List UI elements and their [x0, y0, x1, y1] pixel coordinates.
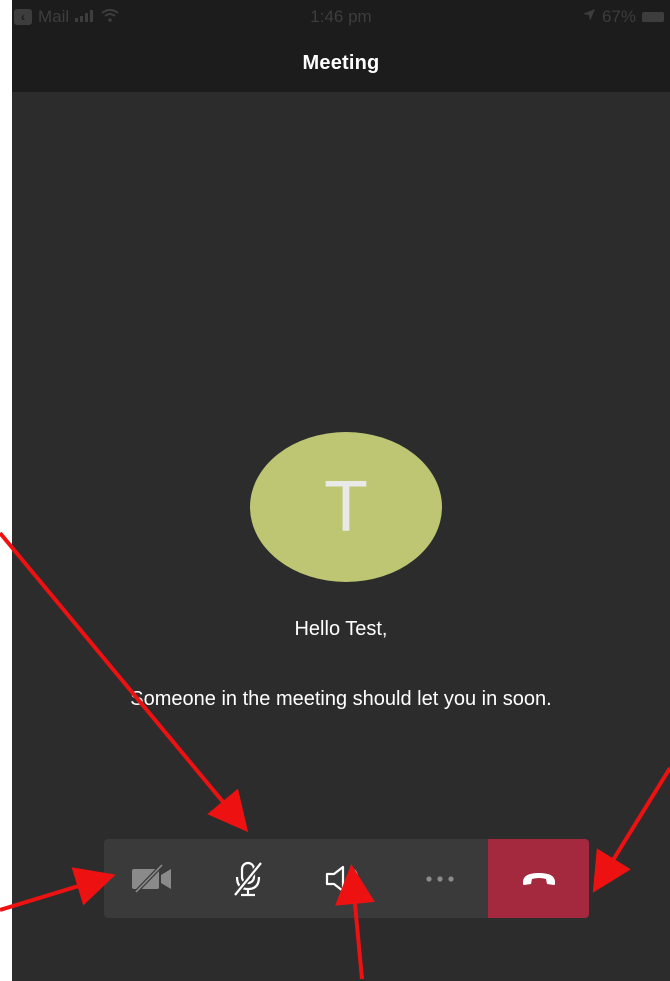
- hang-up-button[interactable]: [488, 839, 589, 918]
- speaker-button[interactable]: [296, 839, 392, 918]
- mic-off-icon: [231, 860, 265, 897]
- mute-toggle-button[interactable]: [200, 839, 296, 918]
- back-app-icon[interactable]: ‹: [14, 9, 32, 25]
- camera-off-icon: [130, 863, 174, 894]
- hang-up-icon: [521, 871, 557, 887]
- wifi-icon: [101, 7, 119, 27]
- status-left: ‹ Mail: [12, 7, 119, 27]
- greeting-text: Hello Test,: [294, 618, 388, 640]
- battery-icon: [642, 12, 664, 22]
- avatar: T: [250, 432, 442, 582]
- signal-icon: [75, 7, 95, 27]
- camera-toggle-button[interactable]: [104, 839, 200, 918]
- back-app-label[interactable]: Mail: [38, 7, 69, 27]
- status-bar: ‹ Mail 1:46 pm 67%: [12, 0, 670, 34]
- more-icon: [425, 875, 455, 883]
- location-icon: [582, 7, 596, 27]
- more-options-button[interactable]: [392, 839, 488, 918]
- nav-bar: Meeting: [12, 34, 670, 92]
- meeting-screen: ‹ Mail 1:46 pm 67% Meeting T Hello Test,…: [12, 0, 670, 981]
- avatar-initial: T: [324, 467, 368, 547]
- status-right: 67%: [582, 7, 670, 27]
- call-controls-bar: [104, 839, 589, 918]
- page-title: Meeting: [302, 51, 380, 74]
- speaker-icon: [324, 864, 364, 894]
- battery-percent: 67%: [601, 7, 636, 26]
- lobby-wait-message: Someone in the meeting should let you in…: [130, 688, 552, 710]
